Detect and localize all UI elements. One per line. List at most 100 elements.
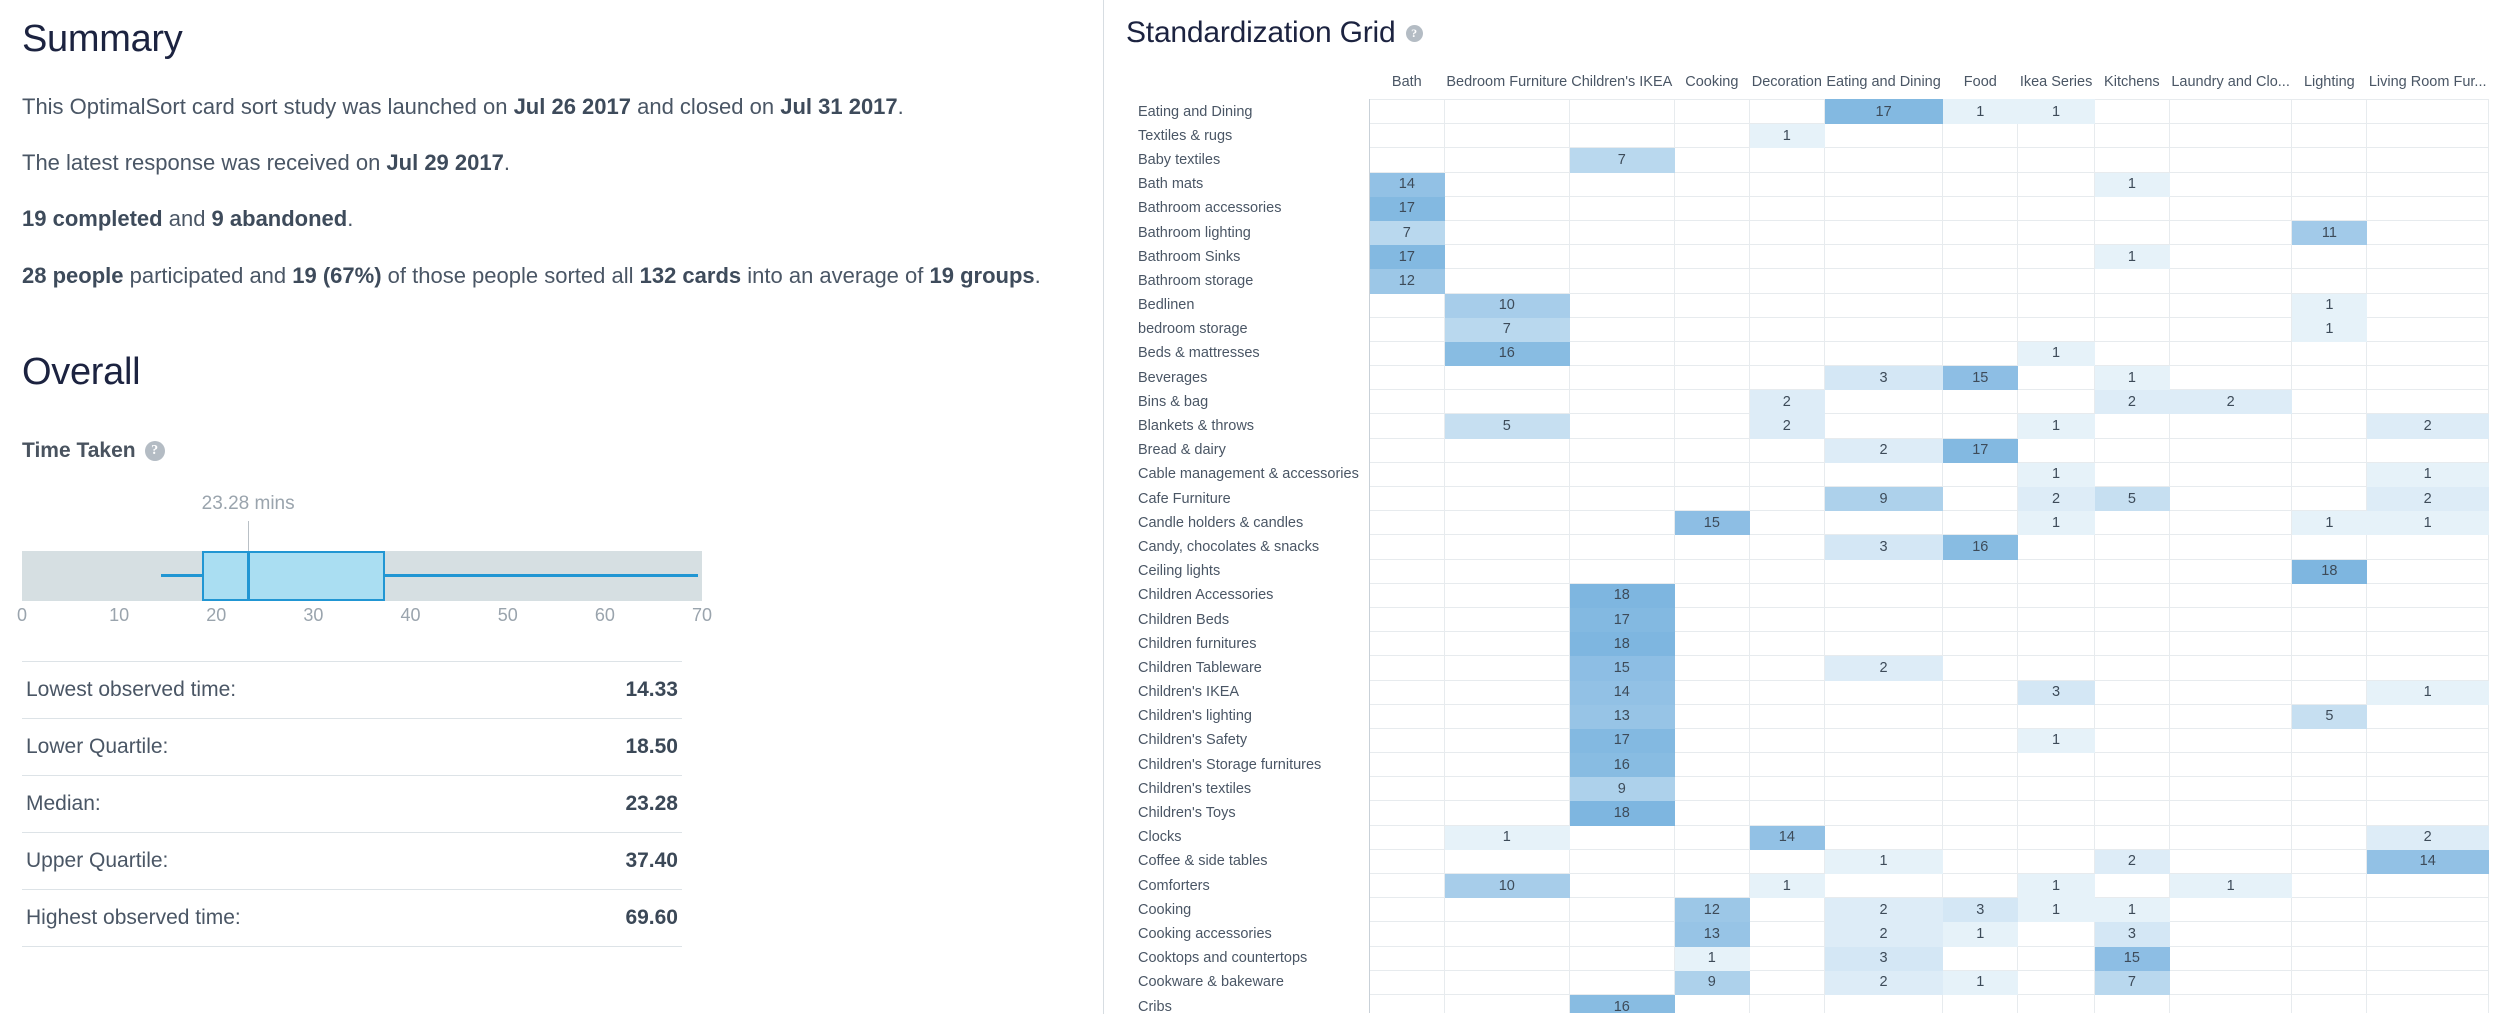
grid-cell[interactable]: 1 (2366, 461, 2490, 488)
grid-cell[interactable] (2093, 872, 2170, 899)
grid-cell[interactable] (1673, 534, 1750, 560)
grid-cell[interactable] (1823, 727, 1944, 754)
grid-cell[interactable] (2093, 824, 2170, 850)
grid-row-header[interactable]: Children Beds (1126, 607, 1370, 632)
grid-cell[interactable] (1368, 897, 1445, 923)
grid-cell[interactable] (1673, 872, 1750, 899)
grid-cell[interactable] (1748, 485, 1825, 512)
grid-cell[interactable]: 1 (2017, 340, 2095, 367)
grid-cell[interactable] (1443, 679, 1570, 705)
grid-cell[interactable] (1368, 389, 1445, 415)
grid-cell[interactable] (1748, 195, 1825, 221)
grid-cell[interactable] (1443, 921, 1570, 947)
grid-cell[interactable] (2017, 848, 2095, 875)
grid-cell[interactable] (2366, 389, 2490, 415)
grid-cell[interactable] (2366, 776, 2490, 802)
grid-cell[interactable] (2017, 558, 2095, 584)
grid-cell[interactable] (2366, 993, 2490, 1013)
grid-cell[interactable] (2093, 147, 2170, 173)
grid-cell[interactable] (2291, 582, 2368, 608)
grid-cell[interactable]: 2 (1748, 413, 1825, 439)
grid-row-header[interactable]: Bedlinen (1126, 293, 1370, 318)
grid-row-header[interactable]: Baby textiles (1126, 147, 1370, 173)
grid-cell[interactable]: 1 (2168, 872, 2293, 899)
grid-cell[interactable]: 1 (1443, 824, 1570, 850)
grid-cell[interactable] (1748, 98, 1825, 125)
grid-cell[interactable] (1942, 510, 2019, 536)
grid-cell[interactable] (1942, 558, 2019, 584)
grid-cell[interactable] (2093, 582, 2170, 608)
grid-cell[interactable]: 2 (1823, 969, 1944, 995)
grid-cell[interactable] (2291, 123, 2368, 149)
grid-cell[interactable] (1568, 534, 1675, 560)
grid-cell[interactable] (2017, 631, 2095, 657)
grid-cell[interactable] (1823, 582, 1944, 608)
grid-cell[interactable] (2093, 993, 2170, 1013)
grid-cell[interactable] (2017, 268, 2095, 294)
grid-cell[interactable] (1673, 123, 1750, 149)
grid-cell[interactable] (1568, 461, 1675, 488)
grid-cell[interactable] (2168, 98, 2293, 125)
grid-cell[interactable] (2168, 703, 2293, 729)
grid-cell[interactable] (1368, 655, 1445, 681)
grid-cell[interactable] (1748, 510, 1825, 536)
grid-cell[interactable]: 1 (2093, 244, 2170, 270)
grid-column-header[interactable]: Lighting (2291, 68, 2367, 100)
grid-cell[interactable]: 13 (1673, 921, 1750, 947)
grid-cell[interactable]: 1 (2291, 510, 2368, 536)
grid-cell[interactable] (1568, 316, 1675, 342)
grid-cell[interactable]: 1 (2291, 292, 2368, 318)
grid-cell[interactable] (1823, 244, 1944, 270)
grid-cell[interactable]: 18 (1568, 582, 1675, 608)
grid-cell[interactable] (1748, 727, 1825, 754)
grid-row-header[interactable]: Comforters (1126, 873, 1370, 898)
grid-cell[interactable] (2017, 582, 2095, 608)
grid-cell[interactable] (1823, 631, 1944, 657)
grid-cell[interactable]: 16 (1568, 993, 1675, 1013)
grid-cell[interactable]: 1 (1942, 921, 2019, 947)
grid-cell[interactable] (1823, 461, 1944, 488)
grid-column-header[interactable]: Bedroom Furniture (1444, 68, 1570, 100)
grid-cell[interactable] (1673, 848, 1750, 875)
grid-cell[interactable]: 1 (1942, 969, 2019, 995)
grid-cell[interactable] (2093, 316, 2170, 342)
grid-cell[interactable] (1748, 848, 1825, 875)
grid-cell[interactable]: 10 (1443, 872, 1570, 899)
grid-cell[interactable] (2291, 679, 2368, 705)
grid-cell[interactable] (1823, 389, 1944, 415)
grid-cell[interactable] (2291, 848, 2368, 875)
grid-cell[interactable] (1823, 340, 1944, 367)
grid-cell[interactable] (2017, 437, 2095, 463)
grid-cell[interactable] (2366, 727, 2490, 754)
grid-cell[interactable] (2093, 679, 2170, 705)
grid-cell[interactable] (2093, 340, 2170, 367)
grid-row-header[interactable]: Cookware & bakeware (1126, 970, 1370, 995)
grid-cell[interactable]: 1 (2291, 316, 2368, 342)
grid-cell[interactable] (1443, 655, 1570, 681)
grid-column-header[interactable]: Food (1942, 68, 2018, 100)
grid-cell[interactable] (1443, 776, 1570, 802)
grid-cell[interactable] (1942, 631, 2019, 657)
grid-cell[interactable] (2168, 171, 2293, 197)
grid-cell[interactable] (2291, 824, 2368, 850)
grid-cell[interactable] (1673, 582, 1750, 608)
grid-cell[interactable] (2291, 727, 2368, 754)
grid-cell[interactable] (2168, 244, 2293, 270)
grid-cell[interactable] (2291, 98, 2368, 125)
grid-cell[interactable]: 2 (1748, 389, 1825, 415)
grid-cell[interactable] (1568, 872, 1675, 899)
grid-cell[interactable] (1673, 655, 1750, 681)
grid-cell[interactable] (1823, 872, 1944, 899)
grid-cell[interactable] (1823, 510, 1944, 536)
grid-cell[interactable] (2291, 993, 2368, 1013)
grid-cell[interactable] (1748, 679, 1825, 705)
grid-cell[interactable] (2168, 800, 2293, 826)
grid-cell[interactable]: 15 (1942, 365, 2019, 391)
grid-cell[interactable]: 1 (2017, 872, 2095, 899)
grid-cell[interactable] (2168, 993, 2293, 1013)
grid-cell[interactable] (2093, 800, 2170, 826)
grid-cell[interactable]: 1 (2017, 98, 2095, 125)
grid-row-header[interactable]: Children's Storage furnitures (1126, 752, 1370, 777)
grid-row-header[interactable]: Candle holders & candles (1126, 510, 1370, 535)
grid-cell[interactable] (2366, 969, 2490, 995)
